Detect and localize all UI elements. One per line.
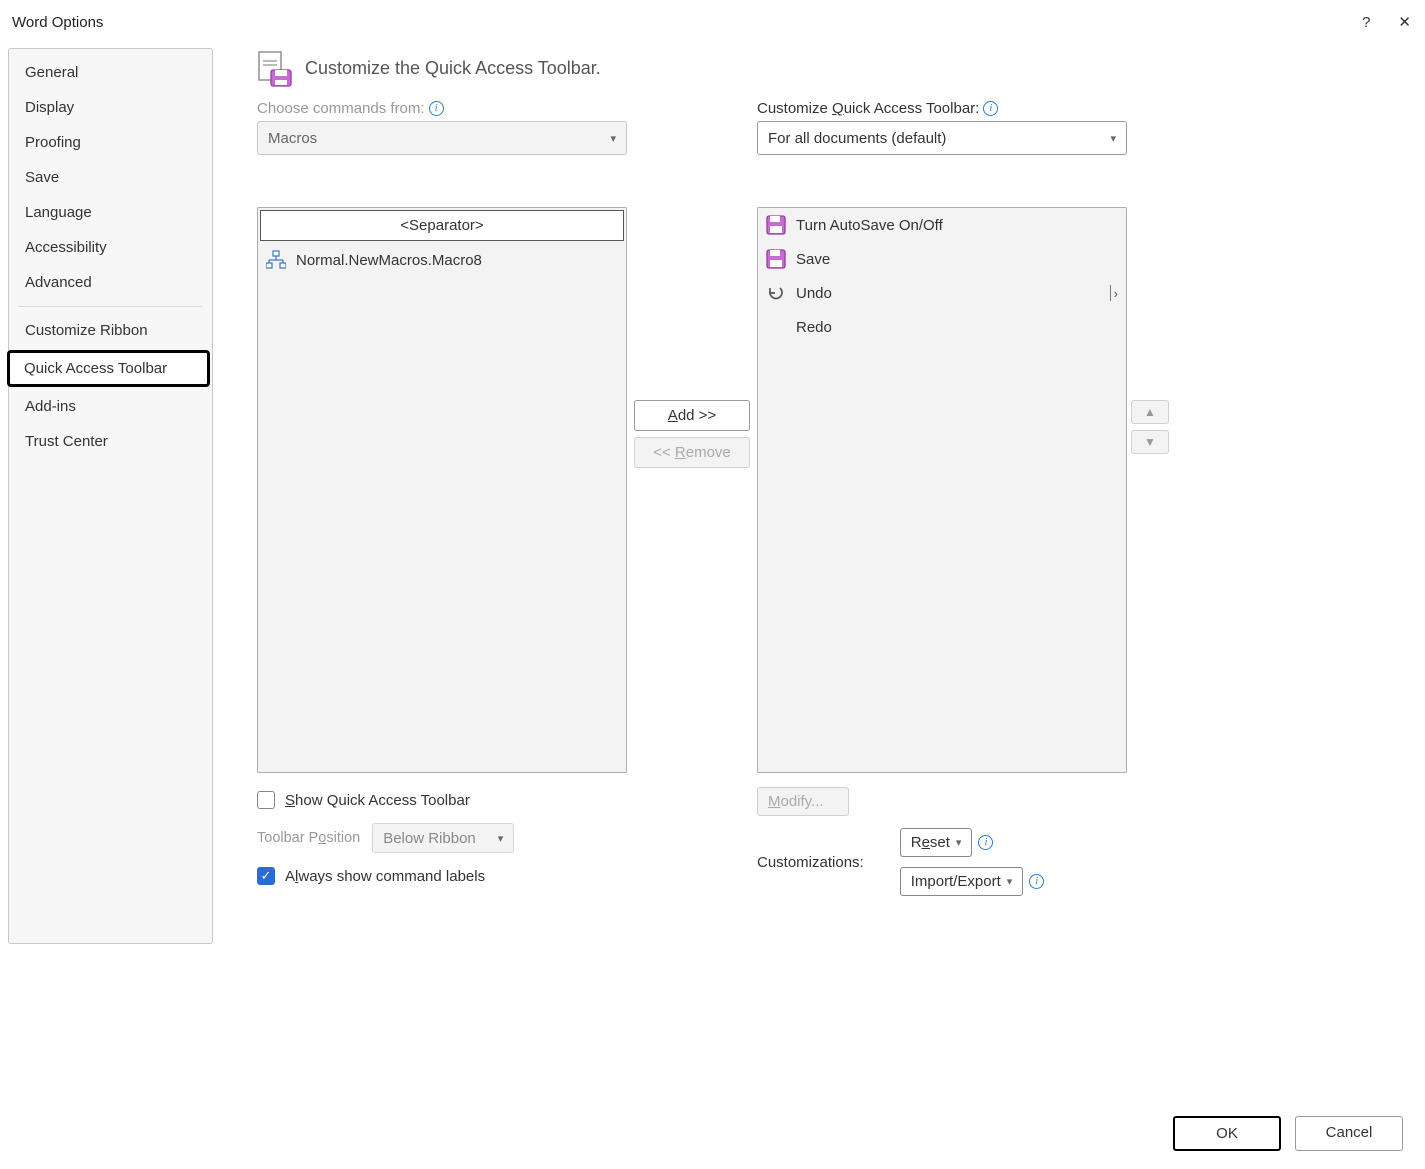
cancel-button[interactable]: Cancel — [1295, 1116, 1403, 1151]
choose-commands-value: Macros — [268, 130, 317, 147]
sidebar-item-general[interactable]: General — [9, 55, 212, 90]
sidebar-item-display[interactable]: Display — [9, 90, 212, 125]
macro-icon — [266, 250, 286, 270]
toolbar-position-label: Toolbar Position — [257, 830, 360, 846]
list-item-label: Turn AutoSave On/Off — [796, 217, 943, 234]
customizations-label: Customizations: — [757, 854, 864, 871]
list-item[interactable]: Save — [758, 242, 1126, 276]
chevron-down-icon: ▾ — [498, 832, 504, 845]
show-qat-label: Show Quick Access Toolbar — [285, 792, 470, 809]
customize-qat-icon — [257, 50, 293, 86]
list-item[interactable]: Turn AutoSave On/Off — [758, 208, 1126, 242]
always-show-row[interactable]: ✓ Always show command labels — [257, 867, 627, 885]
chevron-down-icon: ▾ — [610, 132, 616, 145]
close-button[interactable]: ✕ — [1398, 13, 1411, 31]
sidebar-item-language[interactable]: Language — [9, 195, 212, 230]
customize-qat-dropdown[interactable]: For all documents (default) ▾ — [757, 121, 1127, 155]
split-indicator[interactable]: › — [1110, 285, 1118, 301]
qat-listbox[interactable]: Turn AutoSave On/Off Save — [757, 207, 1127, 773]
info-icon[interactable]: i — [983, 101, 998, 116]
sidebar-item-addins[interactable]: Add-ins — [9, 389, 212, 424]
titlebar: Word Options ? ✕ — [0, 0, 1425, 36]
remove-button[interactable]: << Remove — [634, 437, 750, 468]
show-qat-checkbox[interactable] — [257, 791, 275, 809]
chevron-down-icon: ▾ — [1110, 132, 1116, 145]
info-icon[interactable]: i — [429, 101, 444, 116]
sidebar-item-advanced[interactable]: Advanced — [9, 265, 212, 300]
customize-qat-label: Customize Quick Access Toolbar: i — [757, 100, 1127, 117]
sidebar-item-proofing[interactable]: Proofing — [9, 125, 212, 160]
reset-dropdown[interactable]: Reset▾ — [900, 828, 973, 857]
customize-qat-value: For all documents (default) — [768, 130, 946, 147]
choose-commands-label: Choose commands from: i — [257, 100, 627, 117]
choose-commands-dropdown[interactable]: Macros ▾ — [257, 121, 627, 155]
separator-item[interactable]: <Separator> — [260, 210, 624, 241]
ok-button[interactable]: OK — [1173, 1116, 1281, 1151]
sidebar-separator — [19, 306, 202, 307]
move-down-button[interactable]: ▼ — [1131, 430, 1169, 454]
toolbar-position-value: Below Ribbon — [383, 830, 476, 847]
undo-icon — [766, 283, 786, 303]
redo-icon — [766, 317, 786, 337]
list-item-label: Undo — [796, 285, 832, 302]
list-item[interactable]: Redo — [758, 310, 1126, 344]
sidebar-item-save[interactable]: Save — [9, 160, 212, 195]
list-item-label: Redo — [796, 319, 832, 336]
list-item-label: Normal.NewMacros.Macro8 — [296, 252, 482, 269]
save-icon — [766, 249, 786, 269]
help-button[interactable]: ? — [1362, 14, 1370, 31]
page-title: Customize the Quick Access Toolbar. — [305, 58, 601, 79]
sidebar-item-accessibility[interactable]: Accessibility — [9, 230, 212, 265]
sidebar: General Display Proofing Save Language A… — [8, 48, 213, 944]
show-qat-row[interactable]: Show Quick Access Toolbar — [257, 791, 627, 809]
autosave-icon — [766, 215, 786, 235]
modify-button[interactable]: Modify... — [757, 787, 849, 816]
sidebar-item-customize-ribbon[interactable]: Customize Ribbon — [9, 313, 212, 348]
always-show-checkbox[interactable]: ✓ — [257, 867, 275, 885]
list-item[interactable]: Normal.NewMacros.Macro8 — [258, 243, 626, 277]
window-title: Word Options — [12, 14, 103, 31]
sidebar-item-trust-center[interactable]: Trust Center — [9, 424, 212, 459]
list-item-label: Save — [796, 251, 830, 268]
toolbar-position-dropdown[interactable]: Below Ribbon ▾ — [372, 823, 514, 853]
commands-listbox[interactable]: <Separator> — [257, 207, 627, 773]
add-button[interactable]: Add >> — [634, 400, 750, 431]
list-item[interactable]: Undo › — [758, 276, 1126, 310]
always-show-label: Always show command labels — [285, 868, 485, 885]
info-icon[interactable]: i — [978, 835, 993, 850]
info-icon[interactable]: i — [1029, 874, 1044, 889]
sidebar-item-quick-access-toolbar[interactable]: Quick Access Toolbar — [7, 350, 210, 387]
move-up-button[interactable]: ▲ — [1131, 400, 1169, 424]
import-export-dropdown[interactable]: Import/Export▾ — [900, 867, 1024, 896]
